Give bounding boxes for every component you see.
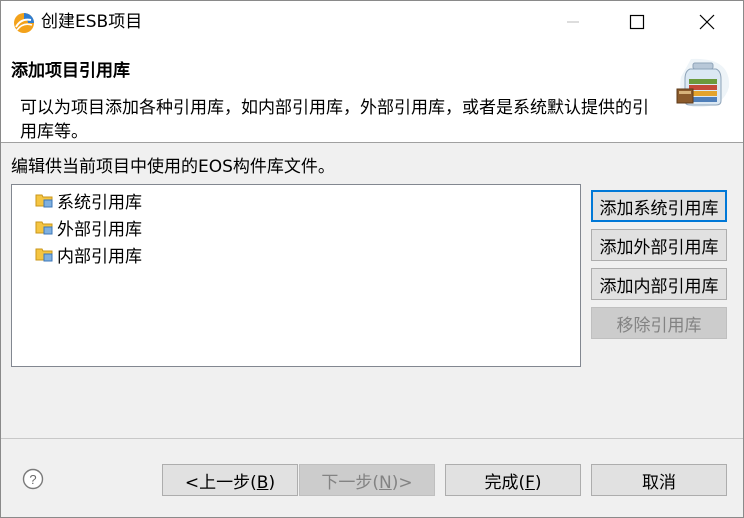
help-icon[interactable]: ? [22, 468, 44, 490]
close-button[interactable] [684, 1, 730, 43]
svg-text:?: ? [29, 472, 36, 487]
app-logo-icon [14, 13, 34, 33]
back-button-label: <上一步(B) [184, 472, 276, 493]
cancel-button[interactable]: 取消 [591, 464, 727, 496]
tree-item-label: 外部引用库 [57, 219, 142, 240]
close-icon [699, 14, 715, 30]
add-external-library-button[interactable]: 添加外部引用库 [591, 229, 727, 261]
add-internal-library-button[interactable]: 添加内部引用库 [591, 268, 727, 300]
title-bar: 创建ESB项目 [1, 1, 743, 43]
library-folder-icon [35, 194, 53, 208]
wizard-header: 添加项目引用库 可以为项目添加各种引用库，如内部引用库，外部引用库，或者是系统默… [1, 43, 743, 143]
add-system-library-button[interactable]: 添加系统引用库 [591, 190, 727, 222]
instruction-label: 编辑供当前项目中使用的EOS构件库文件。 [11, 157, 335, 177]
library-jar-icon [676, 58, 730, 108]
page-description: 可以为项目添加各种引用库，如内部引用库，外部引用库，或者是系统默认提供的引用库等… [20, 98, 649, 142]
remove-library-button[interactable]: 移除引用库 [591, 307, 727, 339]
tree-item-system-library[interactable]: 系统引用库 [35, 188, 142, 213]
minimize-button[interactable] [550, 1, 596, 43]
dialog-window: 创建ESB项目 添加项目引用库 可以为项目添加各种引用库，如内部引用库，外部引用… [0, 0, 744, 518]
finish-button[interactable]: 完成(F) [445, 464, 581, 496]
next-button[interactable]: 下一步(N)> [299, 464, 435, 496]
tree-item-external-library[interactable]: 外部引用库 [35, 215, 142, 240]
next-button-label: 下一步(N)> [321, 472, 413, 493]
tree-item-internal-library[interactable]: 内部引用库 [35, 242, 142, 267]
maximize-button[interactable] [614, 1, 660, 43]
page-title: 添加项目引用库 [11, 61, 130, 81]
library-tree[interactable]: 系统引用库 外部引用库 内部引用库 [11, 184, 581, 367]
footer-divider [1, 438, 743, 439]
finish-button-label: 完成(F) [484, 472, 542, 493]
tree-item-label: 系统引用库 [57, 192, 142, 213]
library-folder-icon [35, 221, 53, 235]
window-title: 创建ESB项目 [41, 12, 143, 32]
maximize-icon [629, 14, 645, 30]
tree-item-label: 内部引用库 [57, 246, 142, 267]
minimize-icon [567, 21, 579, 23]
library-folder-icon [35, 248, 53, 262]
back-button[interactable]: <上一步(B) [162, 464, 298, 496]
